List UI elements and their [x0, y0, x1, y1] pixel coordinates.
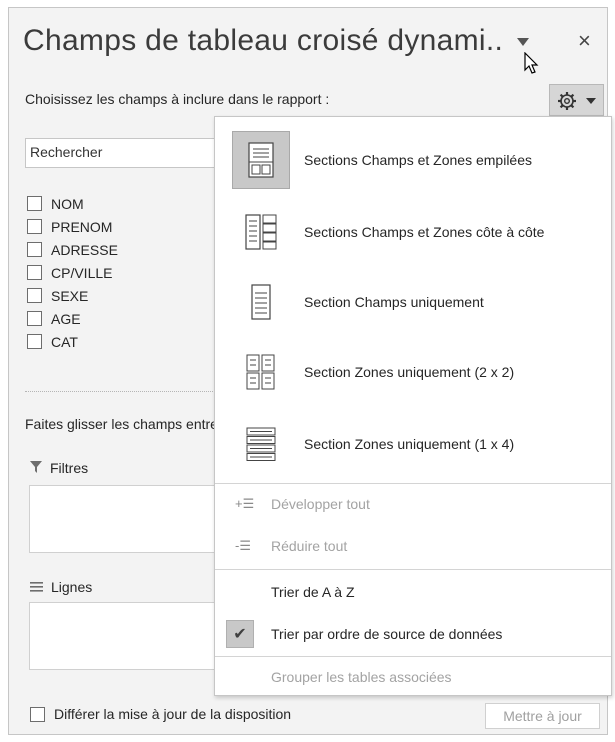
pane-options-dropdown-icon[interactable]: [517, 38, 529, 46]
areas-1x4-icon: [232, 415, 290, 473]
field-item-prenom[interactable]: PRENOM: [25, 215, 225, 238]
rows-drop-area[interactable]: [29, 602, 215, 670]
menu-item-areas-2x2[interactable]: Section Zones uniquement (2 x 2): [215, 341, 611, 403]
checkbox[interactable]: [27, 219, 42, 234]
chevron-down-icon: [586, 98, 596, 104]
update-button[interactable]: Mettre à jour: [485, 703, 600, 729]
checkmark-icon: ✔: [226, 620, 254, 648]
field-label: CAT: [51, 333, 78, 350]
defer-update-label: Différer la mise à jour de la dispositio…: [54, 706, 292, 722]
menu-item-label: Trier par ordre de source de données: [271, 626, 503, 642]
stacked-layout-icon: [232, 131, 290, 189]
checkbox[interactable]: [27, 311, 42, 326]
drag-fields-label: Faites glisser les champs entre les zone…: [25, 416, 215, 432]
field-item-cp-ville[interactable]: CP/VILLE: [25, 261, 225, 284]
menu-item-label: Grouper les tables associées: [271, 669, 452, 685]
side-by-side-layout-icon: [232, 203, 290, 261]
menu-item-label: Sections Champs et Zones côte à côte: [304, 224, 545, 240]
field-label: AGE: [51, 310, 81, 327]
menu-item-stacked[interactable]: Sections Champs et Zones empilées: [215, 129, 611, 191]
rows-icon: [30, 579, 43, 595]
menu-item-label: Réduire tout: [271, 538, 348, 554]
field-label: CP/VILLE: [51, 264, 113, 281]
menu-item-sort-source[interactable]: ✔ Trier par ordre de source de données: [215, 614, 611, 654]
field-label: SEXE: [51, 287, 89, 304]
collapse-all-icon: -☰: [235, 538, 251, 553]
rows-area-header: Lignes: [30, 579, 92, 595]
field-item-adresse[interactable]: ADRESSE: [25, 238, 225, 261]
field-label: PRENOM: [51, 218, 113, 235]
filters-area-header: Filtres: [30, 460, 88, 476]
fields-only-icon: [232, 273, 290, 331]
filters-drop-area[interactable]: [29, 485, 215, 553]
rows-label: Lignes: [51, 579, 93, 595]
menu-item-label: Développer tout: [271, 496, 370, 512]
checkbox[interactable]: [27, 265, 42, 280]
expand-all-icon: +☰: [235, 496, 255, 511]
pane-title: Champs de tableau croisé dynami..: [23, 24, 504, 57]
search-input[interactable]: Rechercher: [25, 138, 225, 168]
menu-item-label: Sections Champs et Zones empilées: [304, 152, 532, 168]
checkbox[interactable]: [27, 288, 42, 303]
menu-item-fields-only[interactable]: Section Champs uniquement: [215, 271, 611, 333]
filter-icon: [30, 460, 42, 476]
field-item-nom[interactable]: NOM: [25, 192, 225, 215]
menu-separator: [215, 569, 611, 570]
defer-update-option[interactable]: Différer la mise à jour de la dispositio…: [30, 706, 291, 722]
checkbox[interactable]: [27, 242, 42, 257]
section-divider: [25, 391, 215, 392]
areas-2x2-icon: [232, 343, 290, 401]
tools-gear-button[interactable]: [549, 84, 604, 116]
field-item-cat[interactable]: CAT: [25, 330, 225, 353]
field-label: ADRESSE: [51, 241, 118, 258]
menu-item-group-tables[interactable]: Grouper les tables associées: [215, 657, 611, 697]
gear-icon: [558, 92, 576, 110]
checkbox[interactable]: [27, 196, 42, 211]
field-list-tools-menu: Sections Champs et Zones empilées Sectio…: [214, 116, 612, 696]
menu-item-areas-1x4[interactable]: Section Zones uniquement (1 x 4): [215, 413, 611, 475]
menu-item-label: Trier de A à Z: [271, 584, 355, 600]
menu-item-label: Section Champs uniquement: [304, 294, 484, 310]
field-list: NOM PRENOM ADRESSE CP/VILLE SEXE AGE CAT: [25, 192, 225, 378]
field-label: NOM: [51, 195, 84, 212]
filters-label: Filtres: [50, 460, 89, 476]
mouse-cursor-icon: [524, 52, 539, 74]
checkbox[interactable]: [27, 334, 42, 349]
field-item-sexe[interactable]: SEXE: [25, 284, 225, 307]
menu-item-label: Section Zones uniquement (1 x 4): [304, 436, 515, 452]
menu-item-expand-all[interactable]: +☰ Développer tout: [215, 484, 611, 524]
menu-item-sort-az[interactable]: Trier de A à Z: [215, 572, 611, 612]
checkbox[interactable]: [30, 706, 45, 722]
close-pane-button[interactable]: ×: [578, 30, 591, 52]
field-item-age[interactable]: AGE: [25, 307, 225, 330]
menu-item-side-by-side[interactable]: Sections Champs et Zones côte à côte: [215, 201, 611, 263]
menu-item-label: Section Zones uniquement (2 x 2): [304, 364, 515, 380]
choose-fields-label: Choisissez les champs à inclure dans le …: [25, 91, 330, 107]
menu-item-collapse-all[interactable]: -☰ Réduire tout: [215, 526, 611, 566]
